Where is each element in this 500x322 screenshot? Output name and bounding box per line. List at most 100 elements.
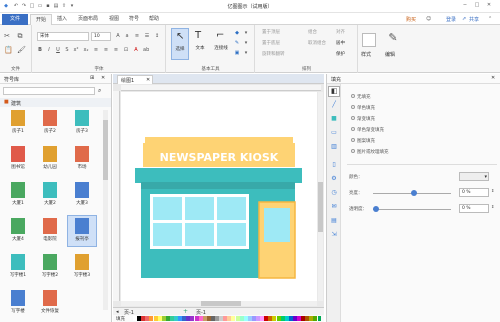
paste-icon[interactable]: 📋 — [4, 47, 13, 54]
symbol-item[interactable]: 写字楼 — [4, 288, 32, 318]
transparency-stepper-icon[interactable]: ⇕ — [491, 204, 494, 209]
no-fill-radio[interactable] — [351, 94, 355, 98]
font-name-select[interactable]: 宋体 — [37, 32, 89, 41]
login-link[interactable]: 登录 — [446, 16, 456, 23]
horizontal-scroll-thumb[interactable] — [201, 301, 241, 306]
symbol-item[interactable]: 幼儿园 — [36, 144, 64, 174]
shadow-icon[interactable]: ▣ — [234, 50, 240, 56]
bring-to-front-button[interactable]: 置于顶层 — [262, 29, 280, 35]
transparency-slider-thumb[interactable] — [373, 206, 379, 212]
properties-icon[interactable]: ▤ — [330, 217, 338, 225]
symbol-item[interactable]: 大厦1 — [4, 180, 32, 210]
pin-icon[interactable]: ⊞ — [90, 75, 94, 81]
send-to-back-button[interactable]: 置于底层 — [262, 40, 280, 46]
symbol-item[interactable]: 写字楼2 — [36, 252, 64, 282]
ribbon-collapse-icon[interactable]: ⌃ — [488, 16, 492, 22]
style-button[interactable]: 样式 — [361, 51, 371, 58]
fill-panel-close-icon[interactable]: ✕ — [491, 75, 495, 81]
share-link[interactable]: 共享 — [469, 16, 479, 23]
highlight-icon[interactable]: ab — [143, 47, 149, 53]
brightness-value-input[interactable]: 0 % — [459, 188, 489, 197]
page-icon[interactable]: ▯ — [330, 161, 338, 169]
horizontal-scrollbar[interactable] — [121, 301, 317, 306]
fill-dropdown-icon[interactable]: ▾ — [243, 30, 249, 36]
edit-icon[interactable]: ✎ — [384, 31, 402, 49]
close-icon[interactable]: ✕ — [486, 2, 492, 8]
color-picker[interactable]: ▾ — [459, 172, 489, 181]
solid-fill-radio[interactable] — [351, 105, 355, 109]
group-button[interactable]: 组合 — [308, 29, 317, 35]
transparency-slider[interactable] — [373, 209, 451, 210]
transparency-value-input[interactable]: 0 % — [459, 204, 489, 213]
document-tab[interactable]: 绘图1 ✕ — [117, 75, 153, 84]
symbol-item[interactable]: 写字楼1 — [4, 252, 32, 282]
document-tab-close-icon[interactable]: ✕ — [146, 77, 150, 83]
tab-help[interactable]: 帮助 — [145, 14, 163, 25]
history-icon[interactable]: ◷ — [330, 189, 338, 197]
line-spacing-icon[interactable]: ↕ — [154, 33, 160, 39]
vertical-scroll-thumb[interactable] — [318, 182, 323, 232]
center-button[interactable]: 居中 — [336, 40, 345, 46]
search-icon[interactable]: ⌕ — [98, 87, 101, 95]
superscript-icon[interactable]: x² — [73, 47, 79, 53]
symbol-item[interactable]: 大厦3 — [68, 180, 96, 210]
symbol-item[interactable]: 写字楼3 — [68, 252, 96, 282]
symbol-item[interactable]: 市场 — [68, 144, 96, 174]
line-style-icon[interactable]: ╱ — [330, 101, 338, 109]
maximize-icon[interactable]: □ — [474, 2, 480, 8]
symbol-scrollbar[interactable] — [103, 110, 108, 310]
bullets-icon[interactable]: ≡ — [134, 33, 140, 39]
copy-icon[interactable]: ⧉ — [17, 33, 23, 40]
symbol-item[interactable]: 文件恢复 — [36, 288, 64, 318]
buy-link[interactable]: 购买 — [406, 16, 416, 23]
comment-icon[interactable]: ✉ — [330, 203, 338, 211]
minimize-icon[interactable]: − — [462, 2, 468, 8]
decrease-font-icon[interactable]: a — [124, 33, 130, 39]
connector-tool-button[interactable]: ⌐ 连接线 — [211, 28, 231, 60]
user-icon[interactable]: ☺ — [426, 16, 431, 22]
single-gradient-radio[interactable] — [351, 127, 355, 131]
symbol-item[interactable]: 房子2 — [36, 108, 64, 138]
fill-color-icon[interactable]: ◆ — [234, 30, 240, 36]
increase-font-icon[interactable]: A — [115, 33, 121, 39]
edit-button[interactable]: 编辑 — [385, 51, 395, 58]
gradient-fill-radio[interactable] — [351, 116, 355, 120]
add-page-icon[interactable]: + — [183, 308, 188, 315]
line-color-icon[interactable]: ✎ — [234, 40, 240, 46]
strikethrough-icon[interactable]: S — [64, 47, 70, 53]
style-icon[interactable] — [362, 33, 376, 47]
underline-icon[interactable]: U — [55, 47, 61, 53]
image-icon[interactable]: ▭ — [330, 129, 338, 137]
symbol-item[interactable]: 电影院 — [36, 216, 64, 246]
align-left-icon[interactable]: ≡ — [93, 47, 99, 53]
symbol-item[interactable]: 房子3 — [68, 108, 96, 138]
symbol-item[interactable]: 报刊亭 — [67, 215, 97, 247]
picture-fill-option[interactable]: 图片或纹理填充 — [357, 149, 389, 155]
newspaper-kiosk-drawing[interactable]: NEWSPAPER KIOSK — [121, 92, 317, 301]
single-gradient-option[interactable]: 单色渐变填充 — [357, 127, 384, 133]
solid-fill-option[interactable]: 单色填充 — [357, 105, 375, 111]
scroll-thumb[interactable] — [103, 120, 108, 180]
format-painter-icon[interactable]: 🖌 — [17, 47, 26, 54]
symbol-item[interactable]: 大厦2 — [36, 180, 64, 210]
tab-home[interactable]: 开始 — [30, 14, 52, 25]
text-box-icon[interactable]: ⊡ — [123, 47, 129, 53]
italic-icon[interactable]: I — [46, 47, 52, 53]
gradient-fill-option[interactable]: 渐变填充 — [357, 116, 375, 122]
drawing-page[interactable]: NEWSPAPER KIOSK — [121, 92, 317, 301]
numbering-icon[interactable]: ☰ — [144, 33, 150, 39]
rotate-flip-button[interactable]: 旋转和翻转 — [262, 51, 285, 57]
panel-close-icon[interactable]: ✕ — [101, 75, 105, 81]
line-dropdown-icon[interactable]: ▾ — [243, 40, 249, 46]
select-tool-button[interactable]: ↖ 选择 — [171, 28, 189, 60]
symbol-item[interactable]: 图书馆 — [4, 144, 32, 174]
category-header[interactable]: ■ 建筑 — [0, 98, 111, 107]
ungroup-button[interactable]: 取消组合 — [308, 40, 326, 46]
bold-icon[interactable]: B — [37, 47, 43, 53]
cut-icon[interactable]: ✂ — [4, 33, 10, 40]
layers-icon[interactable]: ▥ — [330, 143, 338, 151]
protect-button[interactable]: 保护 — [336, 51, 345, 57]
shadow-style-icon[interactable]: ■ — [330, 115, 338, 123]
text-tool-button[interactable]: T 文本 — [191, 28, 209, 60]
brightness-stepper-icon[interactable]: ⇕ — [491, 188, 494, 193]
